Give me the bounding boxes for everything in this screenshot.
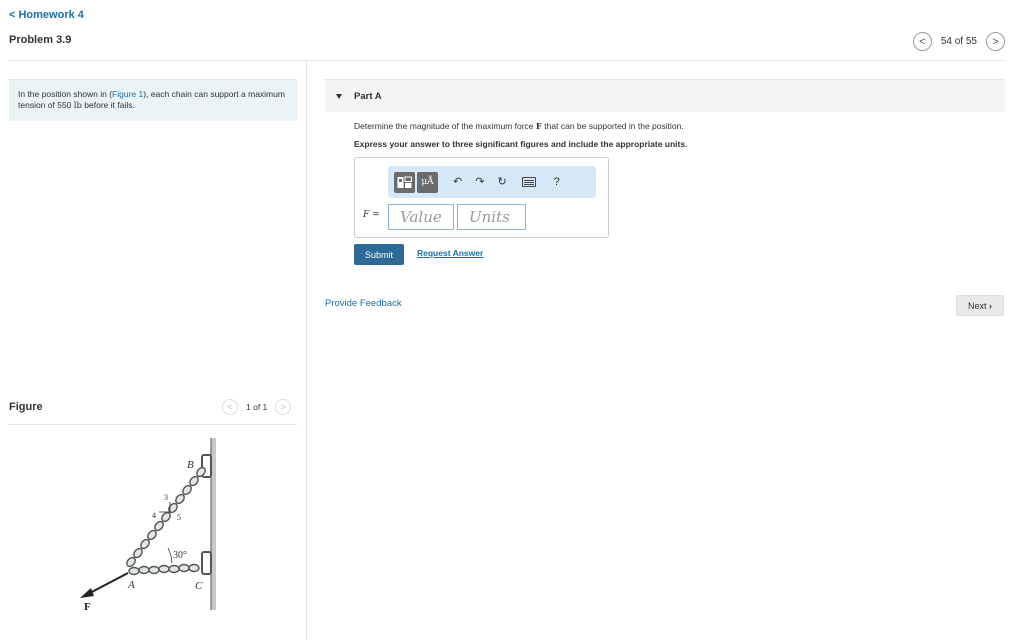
problem-statement: In the position shown in (Figure 1), eac… xyxy=(9,79,297,121)
next-label: Next xyxy=(967,300,987,311)
part-panel: Part A Determine the magnitude of the ma… xyxy=(325,79,1005,316)
chevron-left-icon: < xyxy=(227,402,233,412)
question-after: that can be supported in the position. xyxy=(541,121,684,131)
value-input[interactable] xyxy=(388,204,454,230)
problem-pager: < 54 of 55 > xyxy=(912,32,1005,51)
collapse-triangle-icon xyxy=(336,93,342,99)
figure-pager-text: 1 of 1 xyxy=(246,402,268,412)
slope-label-3: 3 xyxy=(164,493,168,502)
problem-text-before: In the position shown in ( xyxy=(18,89,113,99)
math-toolbar: μÅ ↶ ↷ ↻ ? xyxy=(388,166,596,198)
figure-header: Figure < 1 of 1 > xyxy=(9,399,297,415)
submit-button[interactable]: Submit xyxy=(354,244,404,265)
chain-ac xyxy=(128,563,200,576)
label-c: C xyxy=(195,580,203,592)
undo-icon[interactable]: ↶ xyxy=(453,176,462,188)
chain-ab xyxy=(126,466,206,568)
problem-unit: lb xyxy=(73,101,82,111)
templates-button[interactable] xyxy=(394,171,415,193)
chevron-right-icon: › xyxy=(989,300,993,311)
label-f: F xyxy=(84,601,91,613)
prev-problem-button[interactable]: < xyxy=(912,32,932,51)
next-figure-button[interactable]: > xyxy=(275,399,292,415)
question-before: Determine the magnitude of the maximum f… xyxy=(354,121,536,131)
answer-instruction: Express your answer to three significant… xyxy=(354,139,688,149)
force-arrow-shaft xyxy=(87,572,129,595)
figure-link[interactable]: Figure 1 xyxy=(112,89,143,99)
chevron-right-icon: > xyxy=(992,35,999,48)
figure-title: Figure xyxy=(9,401,43,413)
reset-icon[interactable]: ↻ xyxy=(497,176,506,188)
angle-arc xyxy=(167,547,173,564)
templates-icon xyxy=(397,176,412,188)
provide-feedback-link[interactable]: Provide Feedback xyxy=(325,298,402,309)
slope-label-5: 5 xyxy=(177,513,181,522)
units-symbols-button[interactable]: μÅ xyxy=(417,171,438,193)
request-answer-link[interactable]: Request Answer xyxy=(417,248,483,258)
chevron-left-icon: < xyxy=(919,35,926,48)
problem-pager-text: 54 of 55 xyxy=(940,36,977,47)
slope-label-4: 4 xyxy=(152,511,156,520)
mu-angstrom-label: μÅ xyxy=(421,177,434,187)
column-divider xyxy=(306,60,307,640)
top-divider xyxy=(9,60,1005,61)
back-to-homework-link[interactable]: < Homework 4 xyxy=(9,9,84,21)
label-b: B xyxy=(187,459,194,471)
keyboard-icon[interactable] xyxy=(521,177,536,187)
angle-label: 30° xyxy=(173,550,187,561)
prev-figure-button[interactable]: < xyxy=(222,399,238,415)
question-text: Determine the magnitude of the maximum f… xyxy=(354,121,684,132)
redo-icon[interactable]: ↷ xyxy=(475,176,484,188)
help-button[interactable]: ? xyxy=(554,176,560,188)
figure-divider xyxy=(9,424,297,425)
figure-pager: < 1 of 1 > xyxy=(222,399,292,415)
part-a-header[interactable]: Part A xyxy=(325,79,1005,112)
label-a: A xyxy=(127,579,135,591)
equals-sign: = xyxy=(369,210,380,220)
part-title: Part A xyxy=(354,90,382,102)
problem-text-after: before it fails. xyxy=(81,100,135,110)
next-problem-button[interactable]: > xyxy=(986,32,1005,51)
next-button[interactable]: Next › xyxy=(956,295,1004,316)
problem-title: Problem 3.9 xyxy=(9,34,72,46)
force-arrow-head xyxy=(80,588,94,598)
answer-variable-label: F = xyxy=(363,210,380,220)
chevron-right-icon: > xyxy=(280,402,286,412)
chain-figure-diagram: 3 4 5 30° B A C F xyxy=(80,438,216,613)
problem-panel: In the position shown in (Figure 1), eac… xyxy=(9,79,297,121)
answer-box: μÅ ↶ ↷ ↻ ? F = xyxy=(354,157,609,238)
bracket-c xyxy=(201,551,212,575)
units-input[interactable] xyxy=(457,204,526,230)
